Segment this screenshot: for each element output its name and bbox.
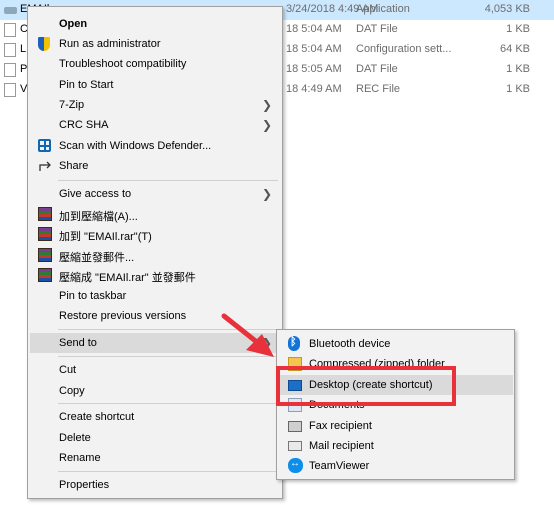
menu-item-send-to[interactable]: Send to ❯	[30, 333, 280, 353]
menu-separator	[58, 180, 278, 181]
file-size: 4,053 KB	[484, 3, 530, 15]
file-icon	[4, 63, 16, 77]
menu-item-label: 7-Zip	[59, 99, 85, 111]
file-size: 1 KB	[506, 63, 530, 75]
file-name: L	[20, 43, 27, 55]
highlight-box	[276, 366, 456, 406]
file-size: 1 KB	[506, 23, 530, 35]
file-date: 18 4:49 AM	[286, 83, 342, 95]
menu-item-label: Send to	[59, 337, 97, 349]
uac-shield-icon	[38, 37, 50, 51]
submenu-item-label: TeamViewer	[309, 460, 370, 472]
menu-item-copy[interactable]: Copy	[30, 381, 280, 401]
menu-item-label: 加到 "EMAIl.rar"(T)	[59, 231, 152, 243]
file-date: 18 5:05 AM	[286, 63, 342, 75]
menu-item-label: Restore previous versions	[59, 310, 187, 322]
menu-item-label: Share	[59, 160, 89, 172]
menu-item-crc-sha[interactable]: CRC SHA ❯	[30, 115, 280, 135]
winrar-icon	[38, 207, 52, 221]
menu-item-label: Scan with Windows Defender...	[59, 140, 212, 152]
submenu-item-fax[interactable]: Fax recipient	[279, 416, 513, 436]
menu-item-give-access[interactable]: Give access to ❯	[30, 184, 280, 204]
winrar-icon	[38, 268, 52, 282]
menu-item-7zip[interactable]: 7-Zip ❯	[30, 95, 280, 115]
submenu-item-label: Bluetooth device	[309, 338, 391, 350]
menu-item-label: Open	[59, 18, 88, 30]
mail-icon	[288, 441, 302, 451]
menu-item-label: Troubleshoot compatibility	[59, 58, 187, 70]
menu-item-rename[interactable]: Rename	[30, 448, 280, 468]
winrar-icon	[38, 227, 52, 241]
file-type: Application	[356, 3, 410, 15]
menu-item-pin-start[interactable]: Pin to Start	[30, 75, 280, 95]
file-type: Configuration sett...	[356, 43, 452, 55]
menu-separator	[58, 471, 278, 472]
fax-icon	[288, 421, 302, 432]
menu-item-compress-rar-email[interactable]: 壓縮成 "EMAIl.rar" 並發郵件	[30, 265, 280, 285]
menu-separator	[58, 356, 278, 357]
menu-item-label: Pin to taskbar	[59, 290, 127, 302]
submenu-item-bluetooth[interactable]: Bluetooth device	[279, 334, 513, 354]
menu-item-cut[interactable]: Cut	[30, 360, 280, 380]
menu-item-label: Create shortcut	[59, 411, 135, 423]
menu-item-pin-taskbar[interactable]: Pin to taskbar	[30, 286, 280, 306]
menu-item-label: Properties	[59, 479, 110, 491]
file-type: DAT File	[356, 23, 398, 35]
chevron-right-icon: ❯	[261, 98, 272, 112]
menu-item-label: 壓縮成 "EMAIl.rar" 並發郵件	[59, 272, 196, 284]
menu-item-label: Give access to	[59, 188, 132, 200]
menu-separator	[58, 329, 278, 330]
submenu-item-teamviewer[interactable]: TeamViewer	[279, 456, 513, 476]
menu-item-label: 加到壓縮檔(A)...	[59, 211, 138, 223]
file-type: DAT File	[356, 63, 398, 75]
file-date: 18 5:04 AM	[286, 43, 342, 55]
submenu-item-label: Fax recipient	[309, 420, 372, 432]
chevron-right-icon: ❯	[261, 336, 272, 350]
chevron-right-icon: ❯	[261, 118, 272, 132]
menu-item-label: Cut	[59, 364, 77, 376]
menu-item-label: 壓縮並發郵件...	[59, 252, 135, 264]
menu-separator	[58, 403, 278, 404]
winrar-icon	[38, 248, 52, 262]
menu-item-delete[interactable]: Delete	[30, 428, 280, 448]
menu-item-compress-email[interactable]: 壓縮並發郵件...	[30, 245, 280, 265]
windows-defender-icon	[38, 139, 51, 152]
menu-item-troubleshoot[interactable]: Troubleshoot compatibility	[30, 54, 280, 74]
menu-item-share[interactable]: Share	[30, 156, 280, 176]
menu-item-scan-defender[interactable]: Scan with Windows Defender...	[30, 136, 280, 156]
menu-item-run-as-admin[interactable]: Run as administrator	[30, 34, 280, 54]
share-icon	[38, 159, 54, 173]
file-icon	[4, 23, 16, 37]
menu-item-label: Run as administrator	[59, 38, 161, 50]
file-size: 64 KB	[500, 43, 530, 55]
menu-item-label: Pin to Start	[59, 79, 114, 91]
file-icon	[4, 43, 16, 57]
menu-item-label: Rename	[59, 452, 101, 464]
application-icon	[4, 3, 17, 17]
menu-item-open[interactable]: Open	[30, 14, 280, 34]
menu-item-properties[interactable]: Properties	[30, 475, 280, 495]
menu-item-create-shortcut[interactable]: Create shortcut	[30, 407, 280, 427]
bluetooth-icon	[288, 336, 300, 351]
context-menu: Open Run as administrator Troubleshoot c…	[27, 6, 283, 499]
file-date: 18 5:04 AM	[286, 23, 342, 35]
teamviewer-icon	[288, 458, 303, 473]
file-size: 1 KB	[506, 83, 530, 95]
submenu-item-mail[interactable]: Mail recipient	[279, 436, 513, 456]
chevron-right-icon: ❯	[261, 187, 272, 201]
menu-item-label: CRC SHA	[59, 119, 109, 131]
menu-item-label: Copy	[59, 385, 85, 397]
menu-item-label: Delete	[59, 432, 91, 444]
file-icon	[4, 83, 16, 97]
menu-item-add-rar[interactable]: 加到 "EMAIl.rar"(T)	[30, 224, 280, 244]
file-type: REC File	[356, 83, 401, 95]
menu-item-add-archive[interactable]: 加到壓縮檔(A)...	[30, 204, 280, 224]
submenu-item-label: Mail recipient	[309, 440, 374, 452]
menu-item-restore-versions[interactable]: Restore previous versions	[30, 306, 280, 326]
